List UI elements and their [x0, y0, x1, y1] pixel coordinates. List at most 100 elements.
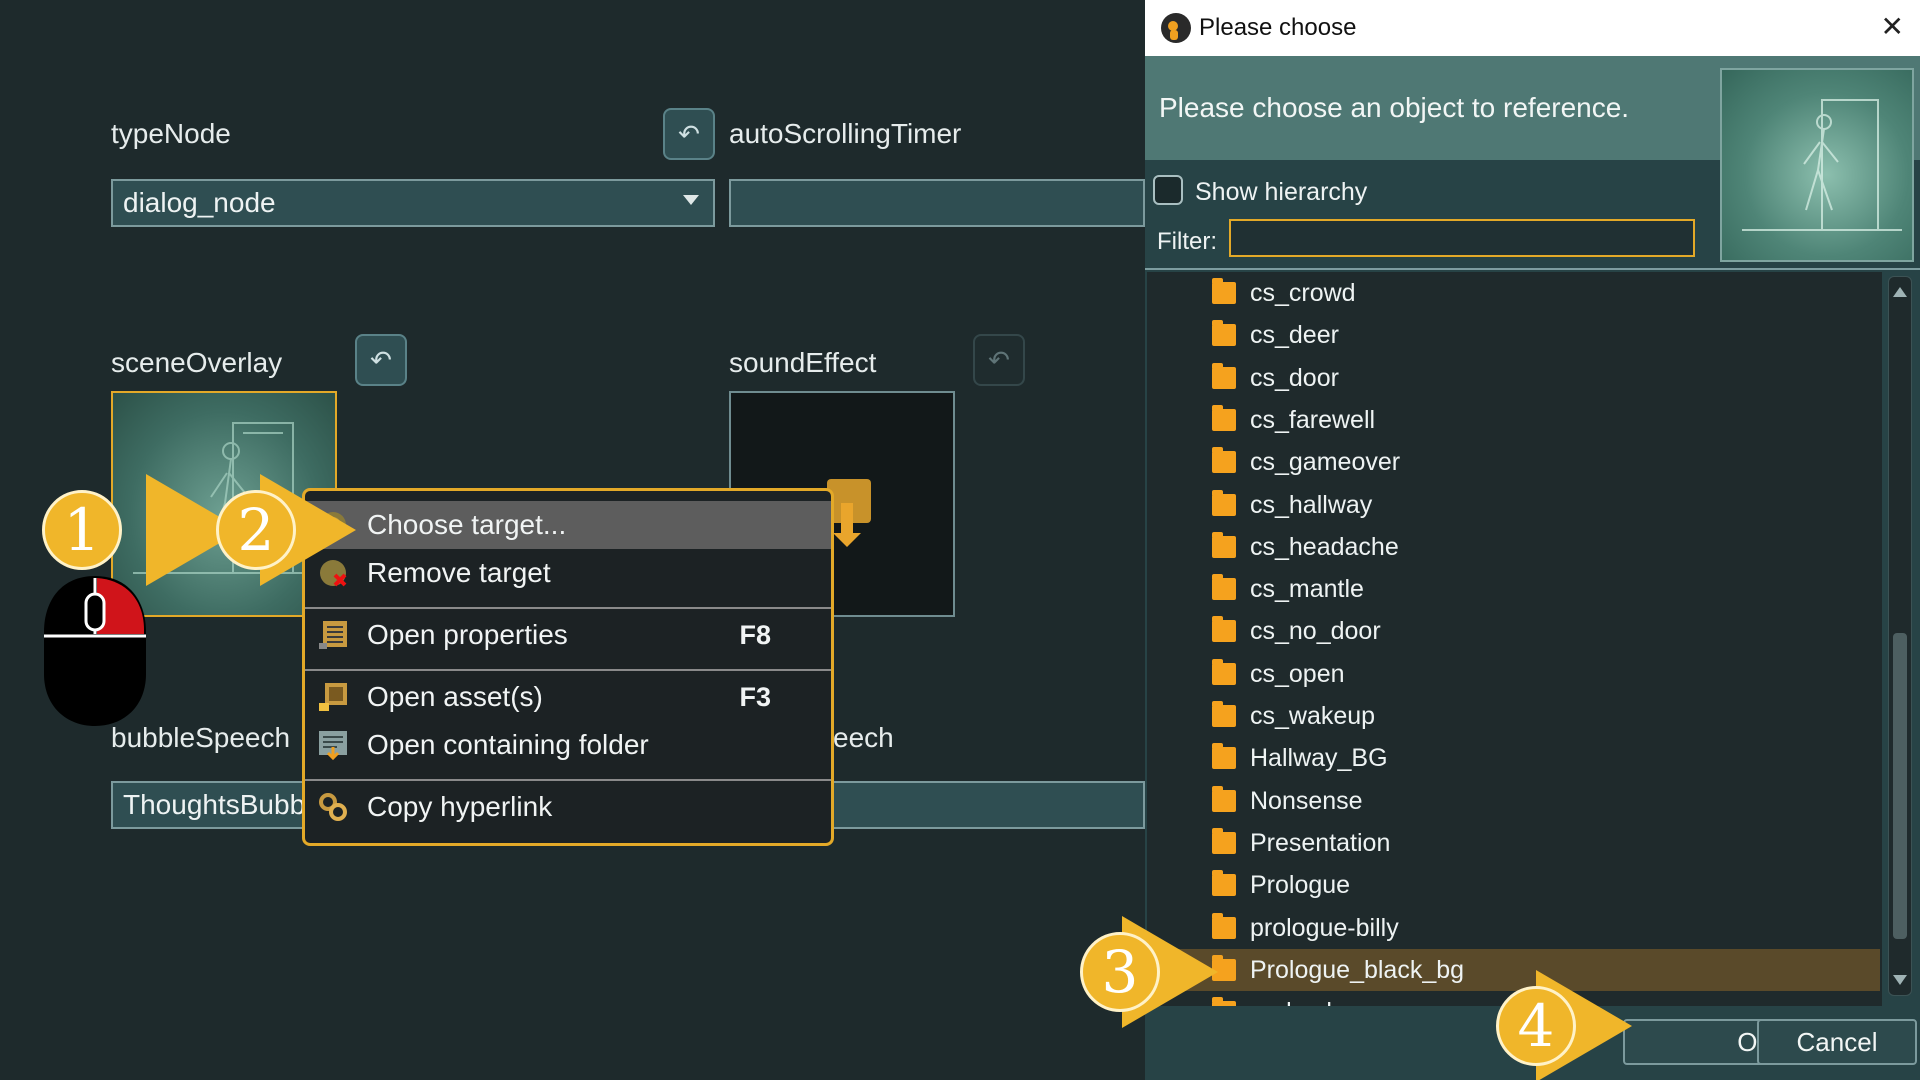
- scene-overlay-label: sceneOverlay: [111, 347, 283, 378]
- tree-item-label: cs_deer: [1250, 320, 1339, 349]
- mouse-right-click-icon: [44, 576, 146, 726]
- speech-field[interactable]: [829, 781, 1145, 829]
- menu-item-choose-target[interactable]: Choose target...: [305, 501, 831, 549]
- tree-item-label: Prologue: [1250, 870, 1351, 899]
- menu-separator: [305, 607, 831, 609]
- menu-item-open-properties[interactable]: Open properties F8: [305, 611, 831, 659]
- choose-dialog: Please choose ✕ Please choose an object …: [1145, 0, 1920, 1080]
- bubble-speech-field[interactable]: ThoughtsBubb: [111, 781, 311, 829]
- bubble-speech-value: ThoughtsBubb: [123, 789, 306, 820]
- speech-label-partial: eech: [833, 722, 894, 753]
- tree-item-label: cs_no_door: [1250, 616, 1381, 645]
- tree-item[interactable]: cs_deer: [1147, 314, 1880, 356]
- show-hierarchy-checkbox[interactable]: [1153, 175, 1183, 205]
- tree-scrollbar[interactable]: [1888, 276, 1912, 996]
- folder-icon: [1212, 447, 1236, 473]
- menu-item-label: Choose target...: [367, 509, 567, 540]
- cancel-button[interactable]: Cancel: [1757, 1019, 1917, 1065]
- menu-item-copy-hyperlink[interactable]: Copy hyperlink: [305, 783, 831, 831]
- folder-icon: [1212, 320, 1236, 346]
- menu-item-open-assets[interactable]: Open asset(s) F3: [305, 673, 831, 721]
- undo-icon: ↶: [370, 344, 392, 375]
- tree-item-label: cs_gameover: [1250, 447, 1401, 476]
- tree-item[interactable]: cs_farewell: [1147, 399, 1880, 441]
- tree-item-label: cs_headache: [1250, 532, 1399, 561]
- tree-item[interactable]: cs_open: [1147, 653, 1880, 695]
- auto-scrolling-timer-field[interactable]: [729, 179, 1145, 227]
- tree-item[interactable]: Nonsense: [1147, 780, 1880, 822]
- type-node-reset-button[interactable]: ↶: [663, 108, 715, 160]
- tree-item-label: cs_hallway: [1250, 490, 1373, 519]
- tree-item[interactable]: cs_no_door: [1147, 610, 1880, 652]
- tree-item-label: cs_mantle: [1250, 574, 1364, 603]
- scene-sketch-image: [1742, 99, 1902, 231]
- tree-item-label: cs_door: [1250, 363, 1339, 392]
- type-node-dropdown[interactable]: dialog_node: [111, 179, 715, 227]
- tree-item[interactable]: cs_door: [1147, 357, 1880, 399]
- type-node-label: typeNode: [111, 118, 231, 149]
- auto-scrolling-timer-label: autoScrollingTimer: [729, 118, 962, 149]
- menu-item-label: Open asset(s): [367, 681, 543, 712]
- tree-item[interactable]: cs_wakeup: [1147, 695, 1880, 737]
- step-2-marker: 2: [216, 490, 296, 570]
- folder-icon: [1212, 659, 1236, 685]
- tree-item-label: Hallway_BG: [1250, 743, 1388, 772]
- tree-item[interactable]: cs_gameover: [1147, 441, 1880, 483]
- menu-item-label: Remove target: [367, 557, 551, 588]
- context-menu: Choose target... Remove target Open prop…: [302, 488, 834, 846]
- menu-item-shortcut: F3: [739, 681, 771, 712]
- scroll-down-arrow-icon[interactable]: [1893, 975, 1907, 985]
- folder-icon: [1212, 405, 1236, 431]
- menu-item-label: Open properties: [367, 619, 568, 650]
- tree-item-label: cs_open: [1250, 659, 1345, 688]
- tree-item[interactable]: Prologue_black_bg: [1147, 949, 1880, 991]
- tree-item[interactable]: Hallway_BG: [1147, 737, 1880, 779]
- tree-item-label: Nonsense: [1250, 786, 1363, 815]
- folder-icon: [1212, 616, 1236, 642]
- preview-thumbnail: [1720, 68, 1914, 262]
- folder-icon: [1212, 574, 1236, 600]
- divider: [1145, 268, 1920, 270]
- properties-icon: [315, 617, 351, 653]
- tree-item[interactable]: prologue-billy: [1147, 907, 1880, 949]
- folder-icon: [1212, 532, 1236, 558]
- tree-item[interactable]: Prologue: [1147, 864, 1880, 906]
- tree-item[interactable]: cs_mantle: [1147, 568, 1880, 610]
- sound-effect-reset-button[interactable]: ↶: [973, 334, 1025, 386]
- menu-separator: [305, 779, 831, 781]
- tree-item-label: cs_crowd: [1250, 278, 1356, 307]
- app-icon: [1161, 13, 1191, 43]
- step-4-marker: 4: [1496, 986, 1576, 1066]
- undo-icon: ↶: [678, 118, 700, 149]
- tree-item-label: cs_farewell: [1250, 405, 1376, 434]
- tree-item[interactable]: cs_headache: [1147, 526, 1880, 568]
- link-icon: [315, 789, 351, 825]
- tree-item[interactable]: Presentation: [1147, 822, 1880, 864]
- tree-item[interactable]: cs_hallway: [1147, 484, 1880, 526]
- tree-item-label: realm_bg: [1250, 998, 1354, 1007]
- show-hierarchy-label: Show hierarchy: [1195, 178, 1368, 206]
- menu-item-open-containing-folder[interactable]: Open containing folder: [305, 721, 831, 769]
- folder-icon: [1212, 786, 1236, 812]
- menu-separator: [305, 669, 831, 671]
- folder-icon: [1212, 490, 1236, 516]
- menu-item-shortcut: F8: [739, 619, 771, 650]
- tree-item-label: prologue-billy: [1250, 913, 1399, 942]
- close-icon[interactable]: ✕: [1881, 10, 1904, 43]
- filter-label: Filter:: [1157, 228, 1217, 255]
- step-3-marker: 3: [1080, 932, 1160, 1012]
- scroll-up-arrow-icon[interactable]: [1893, 287, 1907, 297]
- menu-item-label: Copy hyperlink: [367, 791, 553, 822]
- scene-overlay-reset-button[interactable]: ↶: [355, 334, 407, 386]
- folder-icon: [1212, 278, 1236, 304]
- undo-icon: ↶: [988, 344, 1010, 375]
- tree-item[interactable]: cs_crowd: [1147, 272, 1880, 314]
- object-tree: cs_crowd cs_deer cs_door cs_farewell cs_game…: [1147, 272, 1882, 1006]
- scroll-thumb[interactable]: [1893, 633, 1907, 939]
- tree-item-label: Presentation: [1250, 828, 1391, 857]
- menu-item-remove-target[interactable]: Remove target: [305, 549, 831, 597]
- filter-input[interactable]: [1229, 219, 1695, 257]
- dialog-title: Please choose: [1199, 14, 1357, 41]
- chevron-down-icon: [683, 195, 699, 205]
- type-node-value: dialog_node: [123, 187, 276, 218]
